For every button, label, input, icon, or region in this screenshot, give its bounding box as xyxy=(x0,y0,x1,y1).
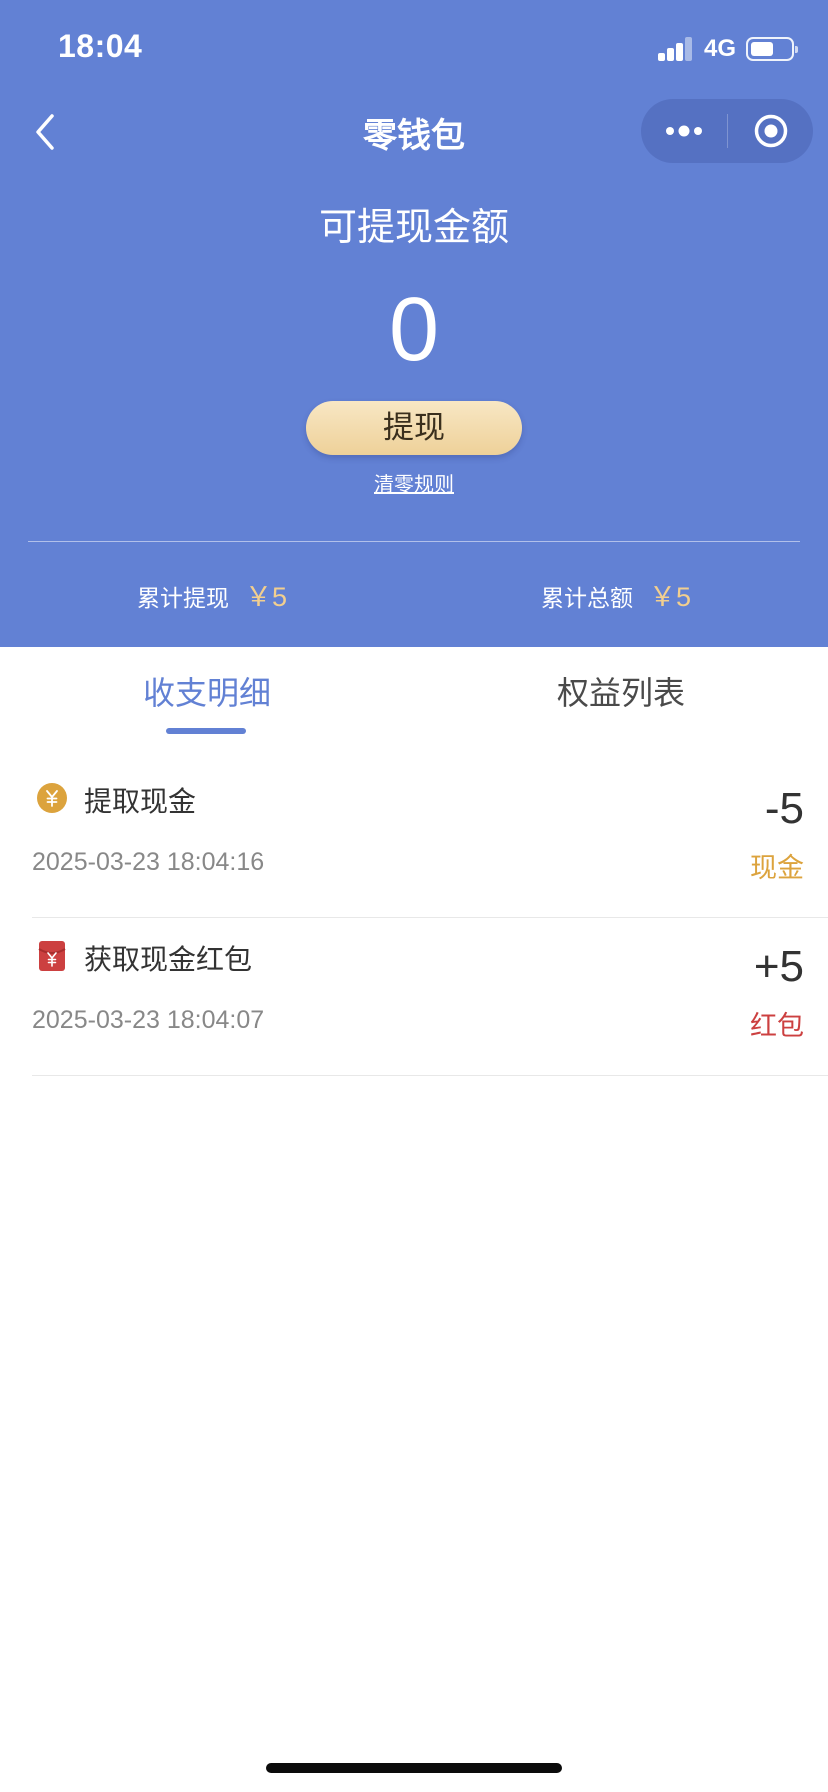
clear-rules-link[interactable]: 清零规则 xyxy=(0,468,828,497)
more-button[interactable] xyxy=(641,99,727,163)
record-amount: +5 xyxy=(753,942,804,991)
balance-label: 可提现金额 xyxy=(318,205,509,249)
header-divider xyxy=(28,541,800,542)
record-title: 提取现金 xyxy=(84,785,197,818)
more-dots-icon xyxy=(666,125,702,137)
red-packet-icon xyxy=(38,941,66,971)
total-withdrawn-stat: 累计提现 ￥5 xyxy=(137,575,287,614)
close-button[interactable] xyxy=(728,99,813,163)
record-time: 2025-03-23 18:04:07 xyxy=(32,1006,265,1034)
tab-benefits[interactable]: 权益列表 xyxy=(524,668,718,714)
total-amount-value: ￥5 xyxy=(649,582,692,612)
row-divider xyxy=(32,1075,828,1076)
total-withdrawn-label: 累计提现 xyxy=(137,586,229,612)
record-type: 现金 xyxy=(750,853,804,884)
record-time: 2025-03-23 18:04:16 xyxy=(32,848,265,876)
active-tab-indicator xyxy=(166,728,246,734)
network-label: 4G xyxy=(703,35,736,62)
wallet-header: 18:04 4G 零钱包 可提现金额 0 提现 清零规则 累计提现 ￥5 累计总… xyxy=(0,0,828,647)
withdraw-button[interactable]: 提现 xyxy=(306,401,522,455)
list-item[interactable]: 获取现金红包 2025-03-23 18:04:07 +5 红包 xyxy=(32,918,828,1076)
record-type: 红包 xyxy=(750,1011,804,1042)
record-amount: -5 xyxy=(764,784,804,833)
target-close-icon xyxy=(754,114,787,148)
list-item[interactable]: 提取现金 2025-03-23 18:04:16 -5 现金 xyxy=(32,760,828,918)
total-withdrawn-value: ￥5 xyxy=(245,582,288,612)
record-title: 获取现金红包 xyxy=(84,943,253,976)
battery-icon xyxy=(746,37,798,61)
total-amount-label: 累计总额 xyxy=(541,586,633,612)
status-time: 18:04 xyxy=(58,28,143,64)
signal-icon xyxy=(657,37,694,61)
tab-transactions[interactable]: 收支明细 xyxy=(110,668,304,714)
coin-yuan-icon xyxy=(37,783,67,813)
miniprogram-capsule xyxy=(641,99,813,163)
total-amount-stat: 累计总额 ￥5 xyxy=(541,575,691,614)
status-indicators: 4G xyxy=(657,32,798,66)
home-indicator[interactable] xyxy=(266,1763,562,1773)
balance-amount: 0 xyxy=(388,280,440,380)
